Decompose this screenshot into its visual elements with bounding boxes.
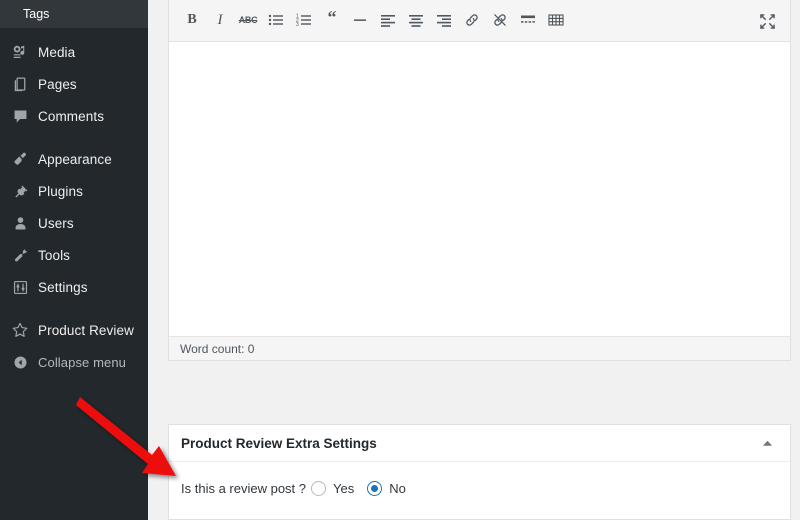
- horizontal-rule-button[interactable]: [346, 7, 374, 33]
- user-icon: [9, 213, 31, 233]
- sidebar-item-product-review[interactable]: Product Review: [0, 314, 148, 346]
- align-right-button[interactable]: [430, 7, 458, 33]
- sidebar-item-label: Settings: [38, 279, 88, 295]
- insert-link-button[interactable]: [458, 7, 486, 33]
- chevron-up-icon[interactable]: [752, 425, 782, 461]
- sidebar-item-label: Collapse menu: [38, 354, 127, 370]
- word-count-status: Word count: 0: [169, 336, 790, 360]
- sidebar-item-label: Users: [38, 215, 74, 231]
- post-content-editor: B I ABC 1 2 3 “ Word count: 0: [168, 0, 791, 361]
- sidebar-item-label: Comments: [38, 108, 105, 124]
- paintbrush-icon: [9, 149, 31, 169]
- sidebar-item-collapse-menu[interactable]: Collapse menu: [0, 346, 148, 378]
- sidebar-item-label: Pages: [38, 76, 77, 92]
- sidebar-item-media[interactable]: Media: [0, 36, 148, 68]
- strikethrough-button[interactable]: ABC: [234, 7, 262, 33]
- sliders-icon: [9, 277, 31, 297]
- media-icon: [9, 42, 31, 62]
- review-post-radio-no[interactable]: [367, 481, 383, 496]
- fullscreen-icon[interactable]: [754, 8, 780, 34]
- sidebar-item-label: Appearance: [38, 151, 112, 167]
- remove-link-button[interactable]: [486, 7, 514, 33]
- radio-option-yes[interactable]: Yes: [311, 481, 363, 496]
- blockquote-button[interactable]: “: [318, 7, 346, 33]
- sidebar-item-pages[interactable]: Pages: [0, 68, 148, 100]
- wordpress-admin-screen: Tags Media Pages Comments Appearance Plu…: [0, 0, 800, 520]
- sidebar-item-label: Tools: [38, 247, 71, 263]
- sidebar-item-appearance[interactable]: Appearance: [0, 143, 148, 175]
- align-left-button[interactable]: [374, 7, 402, 33]
- admin-sidebar: Tags Media Pages Comments Appearance Plu…: [0, 0, 148, 520]
- comments-icon: [9, 106, 31, 126]
- metabox-title: Product Review Extra Settings: [181, 435, 377, 451]
- editor-content-area[interactable]: [169, 42, 790, 336]
- bold-button[interactable]: B: [178, 7, 206, 33]
- collapse-arrow-icon: [9, 352, 31, 372]
- sidebar-item-comments[interactable]: Comments: [0, 100, 148, 132]
- sidebar-item-settings[interactable]: Settings: [0, 271, 148, 303]
- svg-text:3: 3: [296, 22, 299, 28]
- sidebar-submenu-item-tags[interactable]: Tags: [0, 0, 148, 28]
- metabox-header[interactable]: Product Review Extra Settings: [169, 425, 790, 462]
- italic-button[interactable]: I: [206, 7, 234, 33]
- sidebar-item-label: Product Review: [38, 322, 134, 338]
- radio-label-yes[interactable]: Yes: [333, 481, 354, 496]
- radio-option-no[interactable]: No: [367, 481, 415, 496]
- toolbar-toggle-button[interactable]: [542, 7, 570, 33]
- sidebar-item-plugins[interactable]: Plugins: [0, 175, 148, 207]
- plug-icon: [9, 181, 31, 201]
- sidebar-item-tools[interactable]: Tools: [0, 239, 148, 271]
- radio-label-no[interactable]: No: [389, 481, 406, 496]
- review-post-question-label: Is this a review post ?: [181, 481, 306, 496]
- metabox-body: Is this a review post ? Yes No: [169, 462, 790, 496]
- pages-icon: [9, 74, 31, 94]
- wrench-icon: [9, 245, 31, 265]
- star-icon: [9, 320, 31, 340]
- sidebar-item-label: Plugins: [38, 183, 83, 199]
- sidebar-submenu-label: Tags: [23, 7, 50, 21]
- numbered-list-button[interactable]: 1 2 3: [290, 7, 318, 33]
- sidebar-item-users[interactable]: Users: [0, 207, 148, 239]
- review-post-radio-yes[interactable]: [311, 481, 326, 496]
- word-count-text: Word count: 0: [180, 341, 255, 356]
- bulleted-list-button[interactable]: [262, 7, 290, 33]
- product-review-extra-settings-metabox: Product Review Extra Settings Is this a …: [168, 424, 791, 520]
- read-more-button[interactable]: [514, 7, 542, 33]
- align-center-button[interactable]: [402, 7, 430, 33]
- sidebar-item-label: Media: [38, 44, 76, 60]
- editor-toolbar: B I ABC 1 2 3 “: [169, 0, 790, 42]
